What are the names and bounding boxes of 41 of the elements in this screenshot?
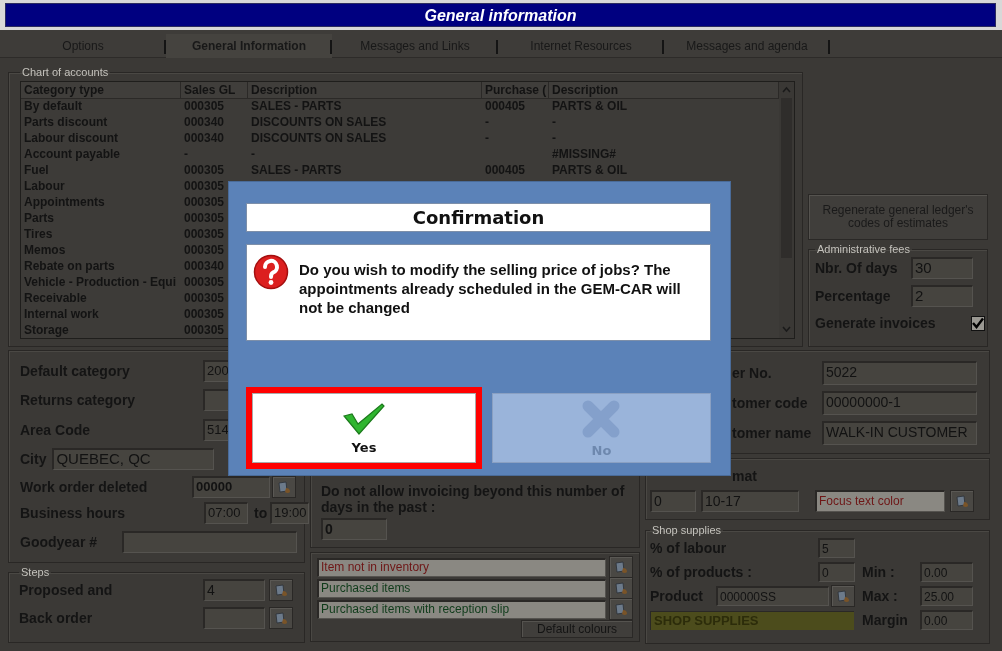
window-title: General information	[5, 3, 996, 27]
group-title: Shop supplies	[651, 524, 723, 536]
input-field[interactable]	[203, 389, 230, 411]
color-picker-button[interactable]	[269, 579, 293, 601]
color-picker-button[interactable]	[950, 490, 974, 512]
color-picker-button[interactable]	[272, 476, 296, 498]
paint-bucket-icon	[613, 559, 629, 575]
yes-button[interactable]: Yes	[246, 387, 482, 469]
colour-sample-field[interactable]: Purchased items	[317, 578, 606, 598]
dialog-title: Confirmation	[246, 203, 711, 232]
colour-sample-field[interactable]: Focus text color	[815, 490, 945, 512]
paint-bucket-icon	[273, 610, 289, 626]
check-icon	[972, 317, 984, 329]
paint-bucket-icon	[273, 582, 289, 598]
paint-bucket-icon	[954, 493, 970, 509]
colour-sample-field[interactable]: Purchased items with reception slip	[317, 599, 606, 619]
group-title: Administrative fees	[816, 243, 911, 255]
question-icon	[253, 254, 289, 290]
colour-sample-field[interactable]: Item not in inventory	[317, 557, 606, 577]
color-picker-button[interactable]	[609, 556, 633, 578]
paint-bucket-icon	[276, 479, 292, 495]
color-picker-button[interactable]	[831, 585, 855, 607]
paint-bucket-icon	[835, 588, 851, 604]
group-title: Steps	[20, 566, 51, 578]
table-cell-text: -	[484, 114, 490, 130]
table-cell-text: -	[551, 114, 557, 130]
paint-bucket-icon	[613, 601, 629, 617]
color-picker-button[interactable]	[609, 577, 633, 599]
group-title: Chart of accounts	[21, 66, 110, 78]
input-field[interactable]	[122, 531, 297, 553]
dialog-message: Do you wish to modify the selling price of jobs? The appointments already scheduled in the GEM-CAR will not be changed	[299, 260, 682, 318]
color-picker-button[interactable]	[269, 607, 293, 629]
input-field[interactable]	[203, 607, 265, 629]
color-picker-button[interactable]	[609, 598, 633, 620]
check-icon	[343, 401, 385, 436]
paint-bucket-icon	[613, 580, 629, 596]
table-cell-text: -	[250, 146, 256, 162]
table-cell-text: -	[484, 130, 490, 146]
table-cell-text: -	[551, 130, 557, 146]
checkbox[interactable]	[971, 315, 985, 331]
table-cell-text: -	[183, 146, 189, 162]
